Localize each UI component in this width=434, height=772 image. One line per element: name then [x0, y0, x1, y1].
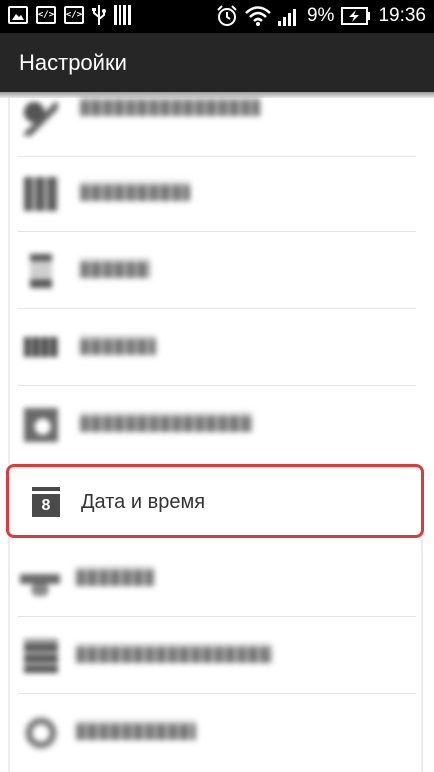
usb-icon	[92, 5, 106, 25]
signal-icon	[277, 9, 296, 26]
notification-icons: </> </>	[8, 5, 132, 25]
settings-row-blurred[interactable]	[12, 80, 416, 157]
status-bar: </> </> 9% 19:36	[0, 0, 434, 33]
settings-row-blurred[interactable]	[12, 155, 416, 232]
settings-item-date-time[interactable]: 8 Дата и время	[6, 464, 424, 538]
language-icon	[24, 408, 58, 442]
battery-percent: 9%	[306, 5, 335, 26]
list-edge	[8, 98, 10, 772]
developer-icon	[24, 639, 58, 673]
settings-row-blurred[interactable]	[12, 386, 416, 463]
calendar-icon-number: 8	[32, 494, 60, 517]
image-icon	[8, 6, 28, 24]
settings-row-blurred[interactable]	[12, 232, 416, 309]
settings-item-label: Дата и время	[81, 491, 206, 513]
settings-row-blurred[interactable]	[12, 309, 416, 386]
settings-row-blurred[interactable]	[12, 694, 416, 771]
blurred-label	[80, 335, 156, 355]
blurred-label	[76, 643, 272, 663]
settings-row-blurred[interactable]	[12, 540, 416, 617]
settings-row-blurred[interactable]	[12, 617, 416, 694]
apps-grid-icon	[24, 177, 58, 211]
device-icon	[30, 254, 52, 288]
blurred-label	[80, 181, 190, 201]
blurred-label	[76, 566, 154, 586]
keyboard-icon	[24, 337, 58, 357]
wifi-icon	[245, 6, 271, 26]
info-icon	[24, 716, 58, 750]
alarm-icon	[217, 5, 237, 26]
list-edge	[421, 540, 423, 772]
system-icons: 9% 19:36	[216, 4, 426, 28]
clock: 19:36	[378, 5, 426, 26]
blurred-label	[76, 720, 196, 740]
page-title: Настройки	[19, 50, 127, 75]
code-icon: </>	[36, 6, 56, 24]
blurred-label	[80, 258, 150, 278]
blurred-label	[80, 412, 252, 432]
print-icon	[20, 562, 60, 596]
barcode-icon	[114, 5, 131, 25]
phone-icon	[24, 102, 58, 136]
blurred-label	[80, 96, 260, 116]
calendar-icon-top	[32, 487, 60, 491]
code-icon: </>	[64, 6, 84, 24]
battery-charging-icon	[341, 7, 371, 25]
calendar-icon: 8	[32, 487, 60, 517]
